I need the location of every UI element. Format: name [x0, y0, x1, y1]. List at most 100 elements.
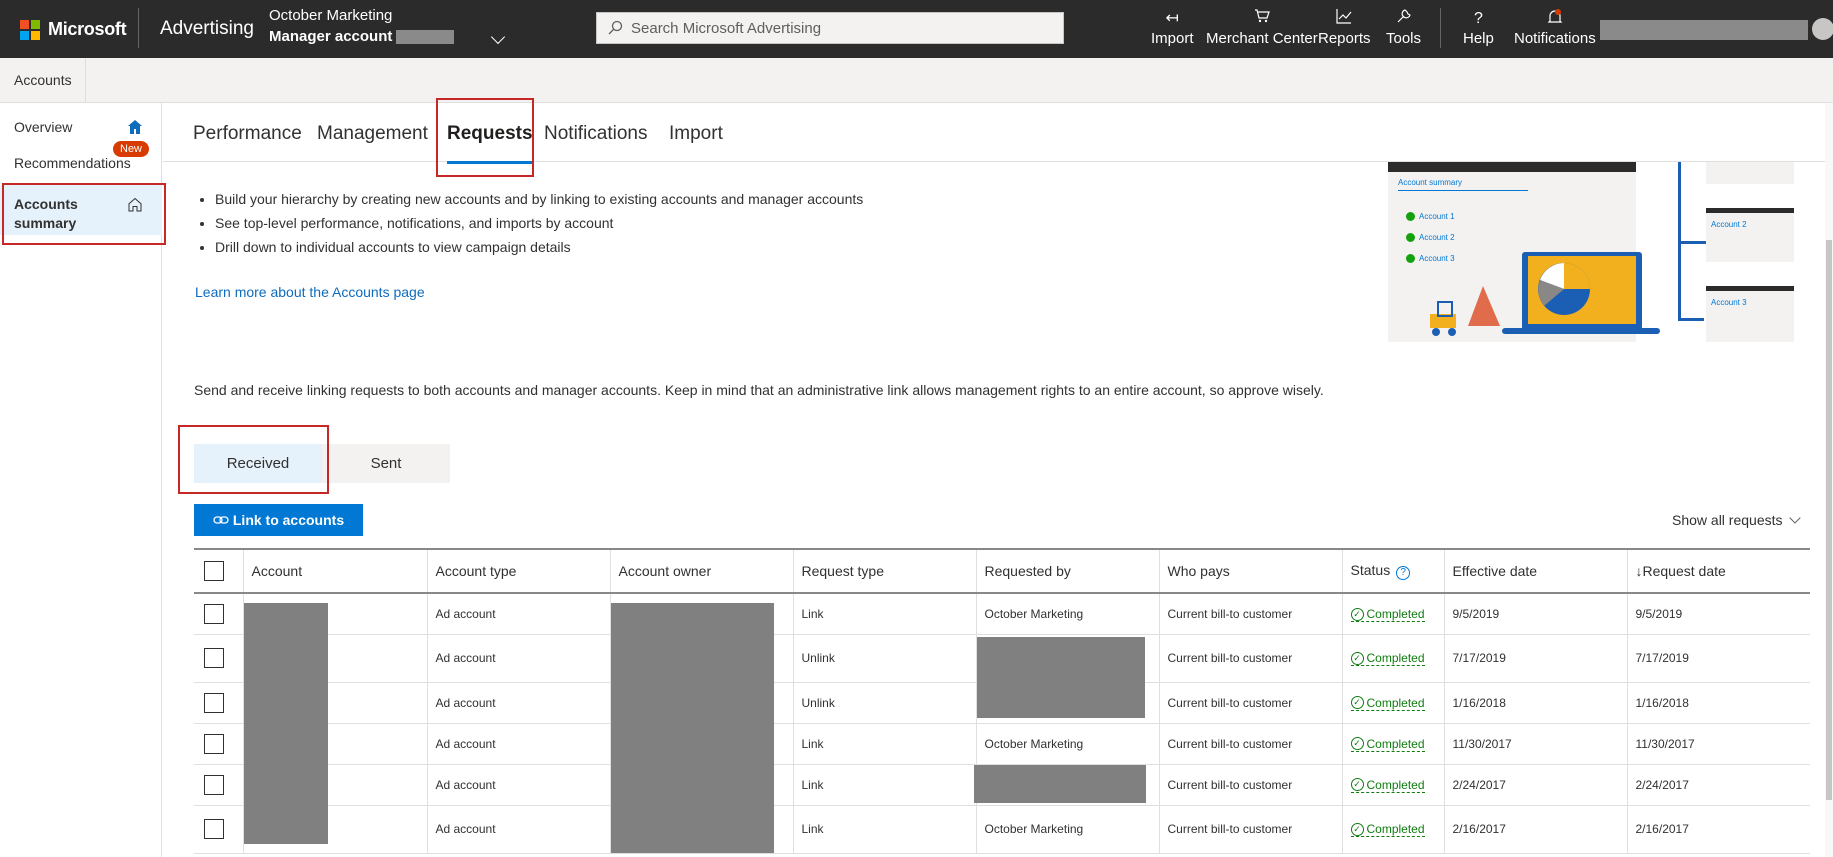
- table-row[interactable]: Ad account Link October Marketing Curren…: [194, 805, 1810, 854]
- row-checkbox-cell: [194, 723, 244, 765]
- header-request-date[interactable]: ↓Request date: [1627, 548, 1810, 594]
- header-requested-by[interactable]: Requested by: [976, 548, 1160, 594]
- breadcrumb-accounts[interactable]: Accounts: [14, 72, 72, 88]
- reports-button[interactable]: Reports: [1318, 8, 1371, 47]
- avatar[interactable]: [1812, 18, 1833, 40]
- search-input[interactable]: [631, 19, 1051, 37]
- request-type-cell: Link: [793, 805, 977, 854]
- select-all-checkbox[interactable]: [204, 561, 224, 581]
- status-cell: ✓ Completed: [1342, 634, 1445, 683]
- help-label: Help: [1463, 30, 1494, 47]
- row-checkbox[interactable]: [204, 648, 224, 668]
- row-checkbox[interactable]: [204, 733, 224, 754]
- check-circle-icon: ✓: [1350, 822, 1364, 836]
- check-circle-icon: ✓: [1350, 696, 1364, 710]
- feature-bullets: Build your hierarchy by creating new acc…: [215, 187, 863, 259]
- header-account-type[interactable]: Account type: [427, 548, 611, 594]
- redacted-account-id: [396, 29, 455, 44]
- row-checkbox[interactable]: [204, 819, 224, 839]
- accounts-illustration: Account summary Account 1 Account 2 Acco…: [1388, 162, 1808, 342]
- tab-performance[interactable]: Performance: [193, 123, 302, 145]
- tab-notifications[interactable]: Notifications: [544, 123, 648, 145]
- merchant-center-button[interactable]: Merchant Center: [1206, 8, 1318, 47]
- status-badge[interactable]: ✓ Completed: [1350, 778, 1425, 793]
- request-date-cell: 2/24/2017: [1627, 764, 1810, 806]
- status-badge[interactable]: ✓ Completed: [1350, 822, 1425, 838]
- request-type-cell: Unlink: [793, 634, 977, 683]
- link-to-accounts-button[interactable]: Link to accounts: [194, 504, 363, 536]
- import-label: Import: [1151, 30, 1194, 47]
- sent-tab[interactable]: Sent: [322, 444, 450, 483]
- status-badge[interactable]: ✓ Completed: [1350, 651, 1425, 667]
- home-icon: [128, 120, 142, 134]
- who-pays-cell: Current bill-to customer: [1159, 634, 1343, 683]
- header-request-type[interactable]: Request type: [793, 548, 977, 594]
- header-status[interactable]: Status?: [1342, 548, 1445, 594]
- microsoft-logo[interactable]: Microsoft: [20, 19, 127, 40]
- product-name: Advertising: [160, 18, 254, 39]
- status-cell: ✓ Completed: [1342, 805, 1445, 854]
- effective-date-cell: 2/16/2017: [1444, 805, 1628, 854]
- header-account-owner[interactable]: Account owner: [610, 548, 794, 594]
- row-checkbox[interactable]: [204, 692, 224, 713]
- status-badge[interactable]: ✓ Completed: [1350, 607, 1425, 622]
- tab-import[interactable]: Import: [669, 123, 723, 145]
- check-circle-icon: ✓: [1350, 651, 1364, 665]
- wrench-icon: [1396, 8, 1412, 30]
- status-badge[interactable]: ✓ Completed: [1350, 696, 1425, 711]
- table-row[interactable]: Ad account Link October Marketing Curren…: [194, 723, 1810, 765]
- sidebar-item-label: Recommendations: [14, 155, 131, 171]
- request-type-cell: Link: [793, 723, 977, 765]
- breadcrumb: Accounts: [0, 58, 1833, 103]
- tab-management[interactable]: Management: [317, 123, 428, 145]
- table-row[interactable]: Ad account Link October Marketing Curren…: [194, 593, 1810, 635]
- import-button[interactable]: ↤ Import: [1151, 8, 1194, 47]
- reports-label: Reports: [1318, 30, 1371, 47]
- effective-date-cell: 2/24/2017: [1444, 764, 1628, 806]
- sidebar-item-recommendations[interactable]: Recommendations: [0, 155, 162, 177]
- status-label: Completed: [1366, 822, 1425, 837]
- account-type-cell: Ad account: [427, 723, 611, 765]
- request-date-cell: 9/5/2019: [1627, 593, 1810, 635]
- row-checkbox-cell: [194, 634, 244, 683]
- question-icon: ?: [1473, 10, 1483, 27]
- chevron-down-icon[interactable]: [490, 29, 506, 45]
- redacted-requested-by: [977, 637, 1145, 718]
- account-type-cell: Ad account: [427, 805, 611, 854]
- request-type-cell: Unlink: [793, 682, 977, 724]
- row-checkbox[interactable]: [204, 774, 224, 795]
- status-cell: ✓ Completed: [1342, 593, 1445, 635]
- request-type-cell: Link: [793, 764, 977, 806]
- chart-icon: [1336, 8, 1352, 30]
- account-name: October Marketing: [269, 7, 393, 24]
- tools-button[interactable]: Tools: [1386, 8, 1421, 47]
- header-account[interactable]: Account: [243, 548, 428, 594]
- show-all-requests-dropdown[interactable]: Show all requests: [1672, 512, 1801, 528]
- breadcrumb-divider: [85, 58, 86, 103]
- account-type-cell: Ad account: [427, 682, 611, 724]
- notifications-button[interactable]: Notifications: [1514, 8, 1596, 47]
- sidebar-item-overview[interactable]: Overview: [0, 119, 162, 141]
- row-checkbox-cell: [194, 805, 244, 854]
- link-to-accounts-label: Link to accounts: [232, 512, 345, 528]
- help-button[interactable]: ? Help: [1463, 8, 1494, 47]
- bullet-item: See top-level performance, notifications…: [215, 211, 863, 235]
- tools-label: Tools: [1386, 30, 1422, 47]
- help-icon[interactable]: ?: [1396, 566, 1411, 580]
- bell-icon: [1547, 8, 1563, 30]
- search-box[interactable]: [596, 12, 1064, 44]
- sidebar-item-label: Overview: [14, 119, 73, 135]
- bullet-item: Build your hierarchy by creating new acc…: [215, 187, 863, 211]
- bullet-item: Drill down to individual accounts to vie…: [215, 235, 863, 259]
- account-type-cell: Ad account: [427, 764, 611, 806]
- highlight-box-requests-tab: [436, 98, 534, 177]
- redacted-user-name[interactable]: [1600, 20, 1808, 40]
- learn-more-link[interactable]: Learn more about the Accounts page: [195, 284, 425, 300]
- account-switcher[interactable]: October Marketing Manager account: [269, 5, 455, 47]
- header-effective-date[interactable]: Effective date: [1444, 548, 1628, 594]
- scrollbar-thumb[interactable]: [1826, 240, 1832, 800]
- status-badge[interactable]: ✓ Completed: [1350, 737, 1425, 752]
- row-checkbox[interactable]: [204, 603, 224, 624]
- header-who-pays[interactable]: Who pays: [1159, 548, 1343, 594]
- who-pays-cell: Current bill-to customer: [1159, 723, 1343, 765]
